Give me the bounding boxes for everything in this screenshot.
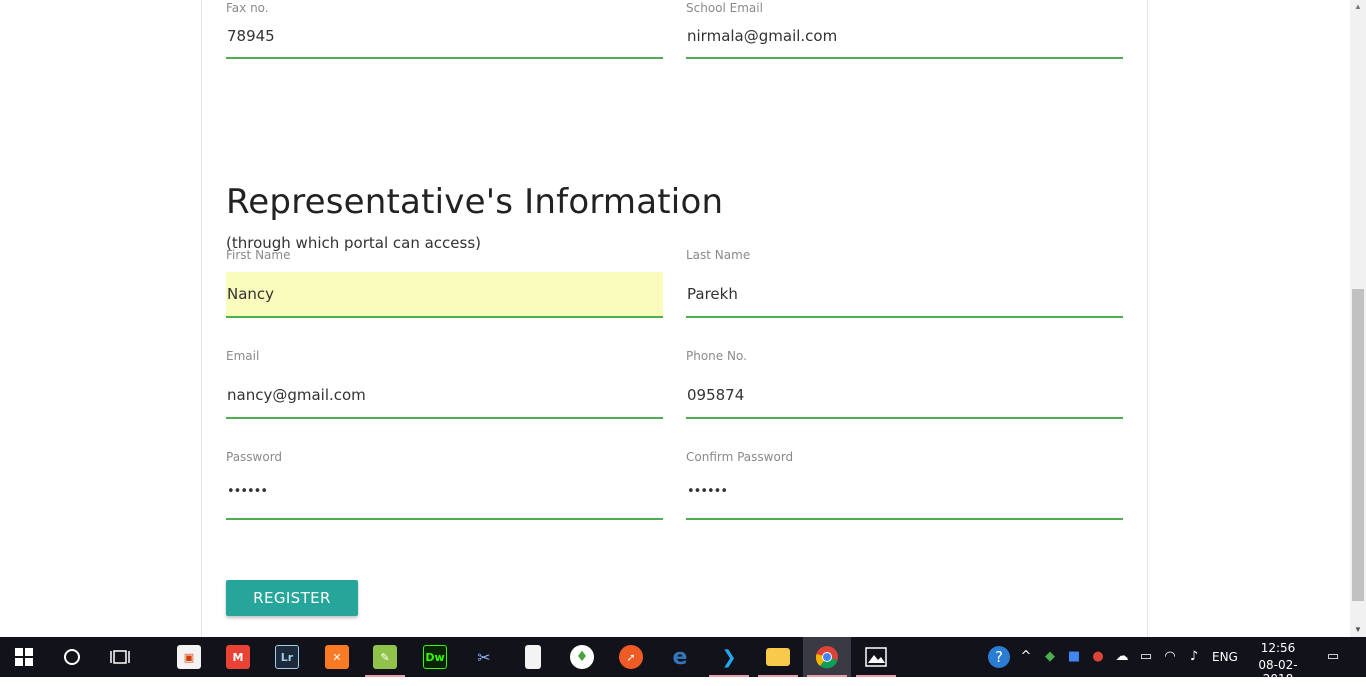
wifi-icon[interactable]: ◠	[1162, 649, 1178, 665]
snipping-tool-icon[interactable]: ✂	[460, 637, 508, 677]
confirm-password-field[interactable]: Confirm Password ••••••	[686, 450, 1123, 522]
confirm-password-underline	[686, 518, 1123, 520]
windows-taskbar: ▣ M Lr ✕ ✎ Dw ✂ ♦ ➚ e ❯ ? ^ ◆ ■ ● ☁ ▭ ◠ …	[0, 637, 1366, 686]
section-title: Representative's Information	[226, 182, 724, 222]
dreamweaver-icon[interactable]: Dw	[411, 637, 459, 677]
first-name-input[interactable]: Nancy	[226, 285, 663, 303]
notification-icon[interactable]: ▭	[1324, 649, 1342, 665]
notepadpp-icon[interactable]: ✎	[361, 637, 409, 677]
last-name-label: Last Name	[686, 248, 751, 262]
password-underline	[226, 518, 663, 520]
password-label: Password	[226, 450, 283, 464]
lightroom-label: Lr	[275, 645, 299, 669]
last-name-input[interactable]: Parekh	[686, 285, 1123, 303]
phone-underline	[686, 417, 1123, 419]
windows-start-icon[interactable]	[0, 637, 48, 677]
network-app-icon[interactable]: ◆	[1042, 649, 1058, 665]
confirm-password-input[interactable]: ••••••	[686, 484, 1123, 499]
gmail-icon[interactable]: M	[214, 637, 262, 677]
email-input[interactable]: nancy@gmail.com	[226, 386, 663, 404]
first-name-label: First Name	[226, 248, 291, 262]
cloud-icon[interactable]: ☁	[1114, 649, 1130, 665]
file-explorer-icon[interactable]	[754, 637, 802, 677]
store-icon[interactable]: ▣	[165, 637, 213, 677]
confirm-password-label: Confirm Password	[686, 450, 794, 464]
last-name-underline	[686, 316, 1123, 318]
edge-icon[interactable]: e	[656, 637, 704, 677]
camera-app-icon[interactable]: ■	[1066, 649, 1082, 665]
fax-field[interactable]: Fax no. 78945	[226, 0, 663, 60]
first-name-underline	[226, 316, 663, 318]
email-underline	[226, 417, 663, 419]
password-field[interactable]: Password ••••••	[226, 450, 663, 522]
xampp-icon[interactable]: ✕	[313, 637, 361, 677]
email-label: Email	[226, 349, 260, 363]
scroll-down-arrow-icon[interactable]: ▼	[1350, 623, 1366, 637]
chrome-tray-icon[interactable]: ●	[1090, 649, 1106, 665]
page-viewport: Fax no. 78945 School Email nirmala@gmail…	[0, 0, 1350, 637]
phone-label: Phone No.	[686, 349, 747, 363]
email-field[interactable]: Email nancy@gmail.com	[226, 349, 663, 421]
dreamweaver-label: Dw	[423, 645, 447, 669]
postman-icon[interactable]: ➚	[607, 637, 655, 677]
scroll-up-arrow-icon[interactable]: ▲	[1350, 0, 1366, 14]
vscode-icon[interactable]: ❯	[705, 637, 753, 677]
cortana-search-icon[interactable]	[48, 637, 96, 677]
chrome-icon[interactable]	[803, 637, 851, 677]
school-email-label: School Email	[686, 1, 763, 15]
language-indicator[interactable]: ENG	[1212, 650, 1238, 664]
volume-icon[interactable]: ♪	[1186, 649, 1202, 665]
file-icon[interactable]	[509, 637, 557, 677]
mongodb-icon[interactable]: ♦	[558, 637, 606, 677]
school-email-underline	[686, 57, 1123, 59]
school-email-field[interactable]: School Email nirmala@gmail.com	[686, 0, 1123, 60]
first-name-field[interactable]: First Name Nancy	[226, 248, 663, 320]
register-button[interactable]: REGISTER	[226, 580, 358, 616]
photos-icon[interactable]	[852, 637, 900, 677]
last-name-field[interactable]: Last Name Parekh	[686, 248, 1123, 320]
phone-field[interactable]: Phone No. 095874	[686, 349, 1123, 421]
fax-label: Fax no.	[226, 1, 269, 15]
task-view-icon[interactable]	[96, 637, 144, 677]
password-input[interactable]: ••••••	[226, 484, 663, 499]
fax-input[interactable]: 78945	[226, 27, 663, 45]
battery-icon[interactable]: ▭	[1138, 649, 1154, 665]
chevron-up-icon[interactable]: ^	[1018, 649, 1034, 665]
lightroom-icon[interactable]: Lr	[263, 637, 311, 677]
scrollbar-thumb[interactable]	[1352, 289, 1364, 601]
clock-time[interactable]: 12:56	[1248, 641, 1308, 655]
phone-input[interactable]: 095874	[686, 386, 1123, 404]
school-email-input[interactable]: nirmala@gmail.com	[686, 27, 1123, 45]
vertical-scrollbar[interactable]: ▲ ▼	[1350, 0, 1366, 637]
fax-underline	[226, 57, 663, 59]
help-icon[interactable]: ?	[988, 646, 1010, 668]
clock-date[interactable]: 08-02-2018	[1248, 658, 1308, 686]
